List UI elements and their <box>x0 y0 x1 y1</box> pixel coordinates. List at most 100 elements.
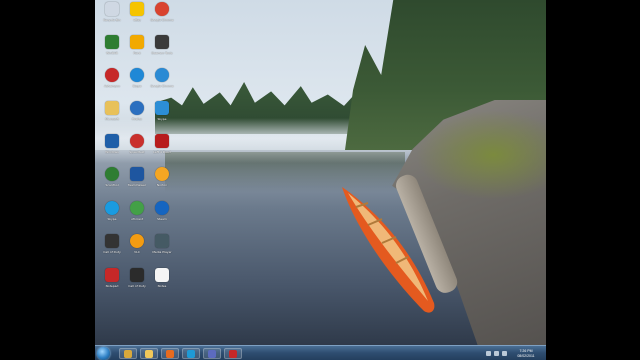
desktop-icon-label: eBay <box>133 18 141 22</box>
desktop-icon-label: WinRAR <box>106 51 118 55</box>
desktop-icon-label: Recycle Bin <box>103 18 121 22</box>
taskbar-app-windows-explorer[interactable] <box>119 348 137 359</box>
desktop-icon[interactable]: Skype <box>124 68 150 102</box>
app-icon <box>155 234 169 248</box>
tray-volume-icon[interactable] <box>502 351 507 356</box>
desktop-icon-label: Norton <box>156 183 168 187</box>
desktop-icon[interactable]: Steam <box>149 201 175 235</box>
tray-network-icon[interactable] <box>494 351 499 356</box>
desktop-icon-label: Google Chrome <box>150 18 174 22</box>
desktop-icon[interactable]: ScanTool <box>99 167 125 201</box>
app-icon <box>155 201 169 215</box>
desktop-icon[interactable]: Google Chrome <box>149 68 175 102</box>
folder-icon <box>145 350 153 358</box>
system-tray: 7:26 PM 08/02/2011 <box>486 347 542 360</box>
app-icon <box>130 201 144 215</box>
desktop-icon[interactable]: Google Chrome <box>149 2 175 36</box>
desktop-icon-label: Steam <box>157 217 167 221</box>
desktop-icon-label: Paint <box>133 51 141 55</box>
app-icon <box>155 134 169 148</box>
desktop-icon-label: TeamViewer <box>127 183 147 187</box>
desktop-icon-label: Left 4 Dead <box>153 150 171 154</box>
desktop-icon[interactable]: Windows <box>99 134 125 168</box>
app-icon <box>105 35 119 49</box>
desktop-icon[interactable]: eBay <box>124 2 150 36</box>
taskbar: 7:26 PM 08/02/2011 <box>95 345 546 360</box>
desktop-icon-label: Skype <box>107 217 117 221</box>
desktop-icon-label: Call of Duty <box>103 250 121 254</box>
desktop-icon-label: Speedtest <box>129 150 145 154</box>
desktop-icon[interactable]: Firefox <box>124 101 150 135</box>
skype-icon <box>187 350 195 358</box>
wallpaper-canoe <box>342 187 435 313</box>
desktop-icon[interactable]: TeamViewer <box>124 167 150 201</box>
desktop-icon-label: Daemon Tools <box>151 51 173 55</box>
media-icon <box>208 350 216 358</box>
desktop-icon[interactable]: Notepad <box>99 268 125 302</box>
app-icon <box>155 35 169 49</box>
desktop-icon[interactable]: Recycle Bin <box>99 2 125 36</box>
desktop-icon[interactable]: Microsoft <box>99 101 125 135</box>
app-icon <box>155 68 169 82</box>
taskbar-app-recording[interactable] <box>224 348 242 359</box>
firefox-icon <box>166 350 174 358</box>
app-icon <box>105 234 119 248</box>
taskbar-app-skype[interactable] <box>182 348 200 359</box>
app-icon <box>130 101 144 115</box>
taskbar-app-folder[interactable] <box>140 348 158 359</box>
app-icon <box>130 35 144 49</box>
desktop-icon-label: Skype <box>157 117 167 121</box>
app-icon <box>105 134 119 148</box>
desktop-icon[interactable]: Notes <box>149 268 175 302</box>
desktop-icon[interactable]: Call of Duty <box>99 234 125 268</box>
desktop-icon-label: Media Player <box>152 250 172 254</box>
desktop-icon[interactable]: Paint <box>124 35 150 69</box>
app-icon <box>105 201 119 215</box>
desktop-icon-label: VLC <box>134 250 140 254</box>
desktop-icon[interactable]: Skype <box>149 101 175 135</box>
desktop-icon[interactable]: Speedtest <box>124 134 150 168</box>
taskbar-app-media[interactable] <box>203 348 221 359</box>
app-icon <box>105 101 119 115</box>
taskbar-clock[interactable]: 7:26 PM 08/02/2011 <box>510 349 542 359</box>
app-icon <box>155 268 169 282</box>
desktop-screen: Recycle Bin eBay Google Chrome WinRAR Paint D… <box>95 0 546 360</box>
desktop-icon-label: Notepad <box>105 284 119 288</box>
app-icon <box>130 68 144 82</box>
app-icon <box>130 134 144 148</box>
app-icon <box>130 167 144 181</box>
desktop-icon[interactable]: Daemon Tools <box>149 35 175 69</box>
desktop-icon-label: Firefox <box>132 117 142 121</box>
desktop-icon[interactable]: Media Player <box>149 234 175 268</box>
desktop-icon[interactable]: Left 4 Dead <box>149 134 175 168</box>
desktop-icon-label: Notes <box>157 284 167 288</box>
desktop-icon[interactable]: Call of Duty <box>124 268 150 302</box>
app-icon <box>155 101 169 115</box>
windows-explorer-icon <box>124 350 132 358</box>
app-icon <box>155 2 169 16</box>
desktop-icon[interactable]: Norton <box>149 167 175 201</box>
desktop-icon-label: Windows <box>105 150 119 154</box>
desktop-icon-label: Skype <box>132 84 142 88</box>
desktop-icon-label: Call of Duty <box>128 284 146 288</box>
app-icon <box>105 68 119 82</box>
desktop-icon[interactable]: VLC <box>124 234 150 268</box>
taskbar-app-firefox[interactable] <box>161 348 179 359</box>
desktop-icon[interactable]: WinRAR <box>99 35 125 69</box>
desktop-icon-label: Ashampoo <box>104 84 120 88</box>
app-icon <box>130 268 144 282</box>
clock-date: 08/02/2011 <box>517 353 535 358</box>
recording-icon <box>229 350 237 358</box>
app-icon <box>130 2 144 16</box>
app-icon <box>155 167 169 181</box>
desktop-icon-label: Google Chrome <box>150 84 174 88</box>
desktop-icon[interactable]: Ashampoo <box>99 68 125 102</box>
desktop-icon-label: ScanTool <box>105 183 119 187</box>
start-button[interactable] <box>97 347 110 360</box>
desktop-icon[interactable]: uTorrent <box>124 201 150 235</box>
app-icon <box>130 234 144 248</box>
desktop-icon[interactable]: Skype <box>99 201 125 235</box>
app-icon <box>105 167 119 181</box>
app-icon <box>105 2 119 16</box>
tray-flag-icon[interactable] <box>486 351 491 356</box>
